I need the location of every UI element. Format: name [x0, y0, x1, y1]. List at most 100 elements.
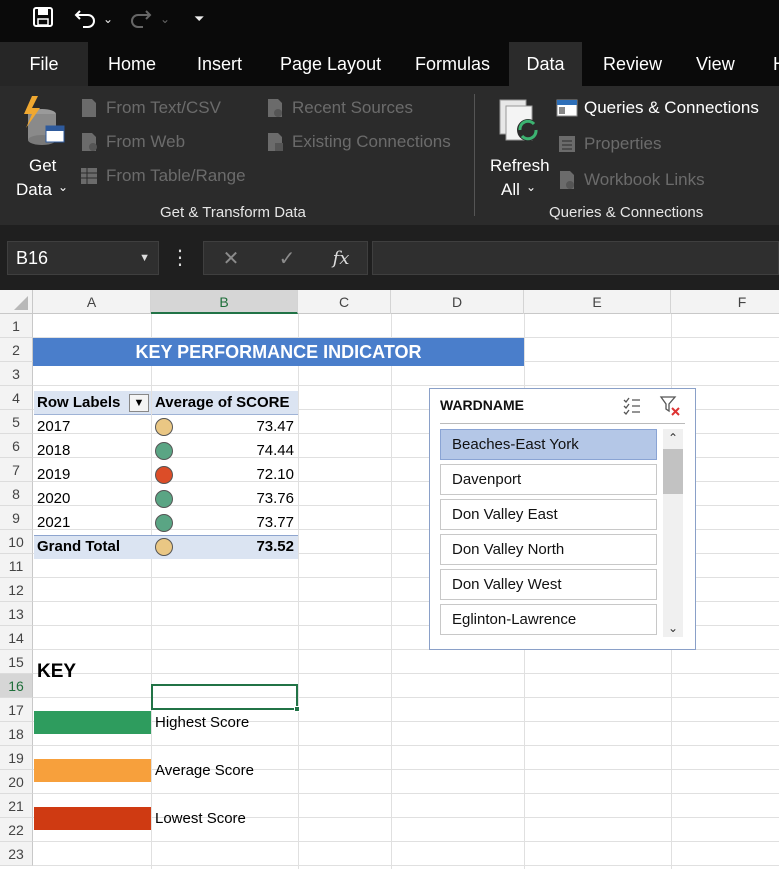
slicer-item[interactable]: Davenport — [440, 464, 657, 495]
scroll-down-icon[interactable]: ⌄ — [663, 619, 683, 637]
row-header[interactable]: 8 — [0, 482, 33, 506]
row-header[interactable]: 22 — [0, 818, 33, 842]
row-header[interactable]: 15 — [0, 650, 33, 674]
properties-button[interactable]: Properties — [558, 132, 738, 156]
column-header-e[interactable]: E — [524, 290, 671, 314]
tab-data[interactable]: Data — [509, 42, 582, 86]
row-header[interactable]: 20 — [0, 770, 33, 794]
row-header[interactable]: 1 — [0, 314, 33, 338]
get-data-label-2: Data — [16, 180, 52, 199]
multi-select-icon[interactable] — [622, 396, 642, 416]
row-header[interactable]: 19 — [0, 746, 33, 770]
chevron-down-icon: ⌄ — [58, 180, 69, 194]
pivot-row-label[interactable]: 2020 — [37, 487, 70, 511]
slicer-item[interactable]: Don Valley East — [440, 499, 657, 530]
tab-review[interactable]: Review — [585, 42, 680, 86]
kpi-title: KEY PERFORMANCE INDICATOR — [33, 338, 524, 366]
filter-icon[interactable]: ▼ — [129, 394, 149, 412]
cancel-icon[interactable]: ✕ — [216, 242, 246, 276]
chevron-down-icon: ⌄ — [526, 180, 537, 194]
queries-connections-button[interactable]: Queries & Connections — [556, 96, 776, 122]
row-header[interactable]: 5 — [0, 410, 33, 434]
row-header[interactable]: 17 — [0, 698, 33, 722]
redo-icon[interactable] — [130, 6, 152, 32]
row-labels-text: Row Labels — [37, 394, 121, 411]
chevron-down-icon[interactable]: ▼ — [139, 242, 150, 274]
get-data-button[interactable]: Get Data ⌄ — [10, 94, 72, 199]
slicer-item[interactable]: Don Valley West — [440, 569, 657, 600]
select-all-corner[interactable] — [0, 290, 33, 314]
from-table-range-button[interactable]: From Table/Range — [80, 164, 260, 188]
lowest-score-label: Lowest Score — [155, 810, 246, 827]
formula-input[interactable] — [372, 241, 779, 275]
slicer-item[interactable]: Beaches-East York — [440, 429, 657, 460]
from-text-csv-button[interactable]: From Text/CSV — [80, 96, 250, 120]
scrollbar-thumb[interactable] — [663, 449, 683, 494]
refresh-all-button[interactable]: Refresh All ⌄ — [486, 94, 550, 199]
database-icon — [24, 96, 65, 145]
column-header-a[interactable]: A — [33, 290, 151, 314]
tab-view[interactable]: View — [678, 42, 753, 86]
column-header-b[interactable]: B — [151, 290, 298, 314]
column-header-d[interactable]: D — [391, 290, 524, 314]
queries-icon — [556, 99, 578, 117]
row-header[interactable]: 12 — [0, 578, 33, 602]
pivot-row-value: 72.10 — [256, 466, 294, 483]
tab-page-layout[interactable]: Page Layout — [262, 42, 399, 86]
from-web-button[interactable]: From Web — [80, 130, 250, 154]
pivot-row-label[interactable]: 2017 — [37, 415, 70, 439]
name-box[interactable]: B16 ▼ — [7, 241, 159, 275]
row-header[interactable]: 7 — [0, 458, 33, 482]
row-header[interactable]: 9 — [0, 506, 33, 530]
tab-file[interactable]: File — [0, 42, 88, 86]
average-score-header: Average of SCORE — [155, 394, 290, 411]
recent-sources-icon — [268, 99, 282, 117]
redo-dropdown-icon[interactable]: ⌄ — [160, 6, 170, 32]
wardname-slicer[interactable]: WARDNAME Beaches-East York Davenport Don V… — [429, 388, 696, 650]
worksheet-grid[interactable]: A B C D E F 1 2 3 4 5 6 7 8 9 10 11 12 13 14 15 16 17 18 1… — [0, 290, 779, 869]
undo-icon[interactable] — [74, 6, 96, 32]
tab-formulas[interactable]: Formulas — [397, 42, 508, 86]
pivot-header-value: Average of SCORE — [152, 391, 298, 415]
tab-home[interactable]: Home — [90, 42, 174, 86]
customize-toolbar-icon[interactable]: ⏷ — [194, 6, 204, 32]
active-cell-b16[interactable] — [151, 684, 300, 712]
column-header-f[interactable]: F — [671, 290, 779, 314]
existing-connections-button[interactable]: Existing Connections — [266, 130, 466, 154]
enter-icon[interactable]: ✓ — [272, 242, 302, 276]
grand-total-value: 73.52 — [256, 538, 294, 555]
ribbon-separator — [474, 94, 475, 216]
row-header[interactable]: 16 — [0, 674, 33, 698]
slicer-item[interactable]: Eglinton-Lawrence — [440, 604, 657, 635]
row-header[interactable]: 14 — [0, 626, 33, 650]
gridline-horizontal — [33, 697, 779, 698]
pivot-row-label[interactable]: 2021 — [37, 511, 70, 535]
column-header-c[interactable]: C — [298, 290, 391, 314]
row-header[interactable]: 10 — [0, 530, 33, 554]
row-header[interactable]: 11 — [0, 554, 33, 578]
pivot-row-label[interactable]: 2018 — [37, 439, 70, 463]
pivot-row-label[interactable]: 2019 — [37, 463, 70, 487]
workbook-links-button[interactable]: Workbook Links — [558, 168, 738, 192]
tab-more[interactable]: H — [755, 42, 779, 86]
clear-filter-icon[interactable] — [659, 395, 681, 417]
row-header[interactable]: 21 — [0, 794, 33, 818]
row-header[interactable]: 2 — [0, 338, 33, 362]
row-header[interactable]: 13 — [0, 602, 33, 626]
row-header[interactable]: 23 — [0, 842, 33, 866]
recent-sources-button[interactable]: Recent Sources — [266, 96, 446, 120]
row-header[interactable]: 18 — [0, 722, 33, 746]
row-header[interactable]: 3 — [0, 362, 33, 386]
undo-dropdown-icon[interactable]: ⌄ — [103, 6, 113, 32]
scroll-up-icon[interactable]: ⌃ — [663, 429, 683, 447]
gridline-vertical — [298, 314, 299, 869]
grand-total-label: Grand Total — [37, 538, 121, 555]
save-icon[interactable] — [32, 6, 54, 32]
fill-handle[interactable] — [294, 706, 300, 712]
row-header[interactable]: 6 — [0, 434, 33, 458]
row-header[interactable]: 4 — [0, 386, 33, 410]
more-options-icon[interactable]: ⋮ — [170, 241, 190, 275]
insert-function-icon[interactable]: fx — [326, 242, 356, 276]
tab-insert[interactable]: Insert — [179, 42, 260, 86]
slicer-item[interactable]: Don Valley North — [440, 534, 657, 565]
